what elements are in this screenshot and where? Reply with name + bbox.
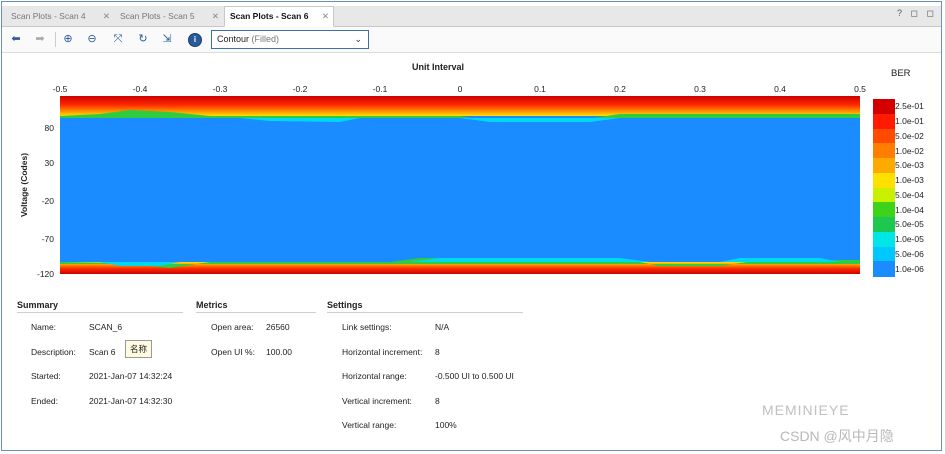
- toolbar-separator: [55, 32, 56, 47]
- field-value: 8: [435, 346, 440, 357]
- toolbar: ⬅ ➡ ⊕ ⊖ ⤧ ↻ ⇲ i Contour (Filled) ⌄: [2, 27, 941, 53]
- forward-arrow-icon[interactable]: ➡: [32, 31, 48, 47]
- x-tick-label: -0.4: [132, 84, 148, 94]
- colorbar-label: 1.0e-06: [895, 263, 924, 274]
- tab-scan-5[interactable]: Scan Plots - Scan 5 ✕: [115, 7, 223, 25]
- x-tick-label: 0.2: [614, 84, 626, 94]
- info-icon[interactable]: i: [188, 33, 202, 47]
- x-tick-label: -0.3: [212, 84, 228, 94]
- tab-scan-6[interactable]: Scan Plots - Scan 6 ✕: [224, 6, 334, 27]
- close-icon[interactable]: ✕: [103, 7, 110, 25]
- colorbar-swatch: [873, 231, 895, 247]
- fit-icon[interactable]: ⤧: [110, 31, 126, 47]
- colorbar-label: 1.0e-03: [895, 175, 924, 186]
- colorbar-label: 5.0e-05: [895, 219, 924, 230]
- field-label: Link settings:: [342, 322, 392, 332]
- colorbar-swatch: [873, 99, 895, 115]
- y-tick-label: -70: [41, 234, 54, 244]
- y-axis-label: Voltage (Codes): [19, 152, 29, 218]
- eye-open-region: [60, 96, 860, 274]
- field-value: 2021-Jan-07 14:32:30: [89, 395, 173, 406]
- colorbar-label: 1.0e-02: [895, 145, 924, 156]
- field-label: Vertical increment:: [342, 395, 412, 406]
- back-arrow-icon[interactable]: ⬅: [8, 31, 24, 47]
- colorbar-swatch: [873, 172, 895, 188]
- colorbar-swatch: [873, 261, 895, 277]
- colorbar-swatch: [873, 113, 895, 129]
- colorbar: [873, 99, 895, 277]
- refresh-icon[interactable]: ↻: [135, 31, 151, 47]
- x-tick-label: -0.2: [292, 84, 308, 94]
- colorbar-label: 1.0e-01: [895, 116, 924, 127]
- field-label: Horizontal increment:: [342, 346, 423, 357]
- chart-title: Unit Interval: [412, 62, 465, 72]
- field-label: Description:: [31, 346, 76, 357]
- colorbar-label: 5.0e-04: [895, 189, 924, 200]
- x-tick-label: 0.5: [854, 84, 866, 94]
- field-label: Started:: [31, 371, 61, 381]
- y-tick-label: -120: [36, 269, 54, 279]
- field-value: 100%: [435, 420, 457, 430]
- watermark-logo: MEMINIEYE: [762, 402, 850, 418]
- colorbar-label: 5.0e-02: [895, 130, 924, 141]
- field-value: N/A: [435, 322, 450, 332]
- x-tick-label: 0.1: [534, 84, 546, 94]
- field-value: -0.500 UI to 0.500 UI: [435, 371, 514, 381]
- y-tick-label: 80: [44, 123, 54, 133]
- plot-type-select[interactable]: Contour (Filled) ⌄: [211, 30, 369, 49]
- settings-title: Settings: [327, 300, 363, 310]
- eye-contour-plot: [60, 96, 860, 274]
- y-tick-label: 30: [44, 158, 54, 168]
- y-tick-label: -20: [41, 196, 54, 206]
- x-tick-label: 0: [457, 84, 463, 94]
- window-frame: Scan Plots - Scan 4 ✕ Scan Plots - Scan 5…: [1, 1, 942, 451]
- x-tick-label: 0.4: [774, 84, 786, 94]
- zoom-out-icon[interactable]: ⊖: [84, 31, 100, 47]
- field-value: SCAN_6: [89, 322, 123, 332]
- field-value: 100.00: [266, 346, 292, 357]
- colorbar-title: BER: [891, 68, 911, 79]
- tooltip: 名称: [125, 340, 153, 358]
- colorbar-swatch: [873, 143, 895, 159]
- colorbar-label: 2.5e-01: [895, 101, 924, 112]
- field-label: Name:: [31, 322, 57, 332]
- field-value: 2021-Jan-07 14:32:24: [89, 371, 173, 381]
- chevron-down-icon: ⌄: [354, 34, 362, 44]
- x-tick-label: -0.1: [372, 84, 388, 94]
- metrics-title: Metrics: [196, 300, 228, 310]
- colorbar-swatch: [873, 128, 895, 144]
- zoom-in-icon[interactable]: ⊕: [60, 31, 76, 47]
- field-label: Ended:: [31, 395, 58, 406]
- field-label: Open UI %:: [211, 346, 255, 357]
- window-buttons[interactable]: ? ◻ ◻: [897, 8, 937, 19]
- export-icon[interactable]: ⇲: [159, 31, 175, 47]
- field-label: Vertical range:: [342, 420, 397, 430]
- tab-scan-4[interactable]: Scan Plots - Scan 4 ✕: [6, 7, 114, 25]
- field-label: Open area:: [211, 322, 254, 332]
- colorbar-swatch: [873, 158, 895, 174]
- x-tick-label: 0.3: [694, 84, 706, 94]
- field-value: Scan 6: [89, 346, 116, 357]
- colorbar-label: 1.0e-04: [895, 204, 924, 215]
- divider: [327, 312, 523, 313]
- colorbar-swatch: [873, 246, 895, 262]
- field-value: 26560: [266, 322, 290, 332]
- colorbar-swatch: [873, 202, 895, 218]
- colorbar-swatch: [873, 217, 895, 233]
- colorbar-swatch: [873, 187, 895, 203]
- tab-bar: Scan Plots - Scan 4 ✕ Scan Plots - Scan 5…: [2, 6, 941, 27]
- colorbar-label: 5.0e-06: [895, 248, 924, 259]
- colorbar-label: 5.0e-03: [895, 160, 924, 171]
- divider: [17, 312, 183, 313]
- x-tick-label: -0.5: [52, 84, 68, 94]
- summary-title: Summary: [17, 300, 59, 310]
- watermark-text: CSDN @风中月隐: [780, 428, 894, 444]
- close-icon[interactable]: ✕: [322, 7, 329, 25]
- colorbar-label: 1.0e-05: [895, 234, 924, 245]
- field-value: 8: [435, 395, 440, 406]
- close-icon[interactable]: ✕: [212, 7, 219, 25]
- divider: [196, 312, 316, 313]
- field-label: Horizontal range:: [342, 371, 407, 381]
